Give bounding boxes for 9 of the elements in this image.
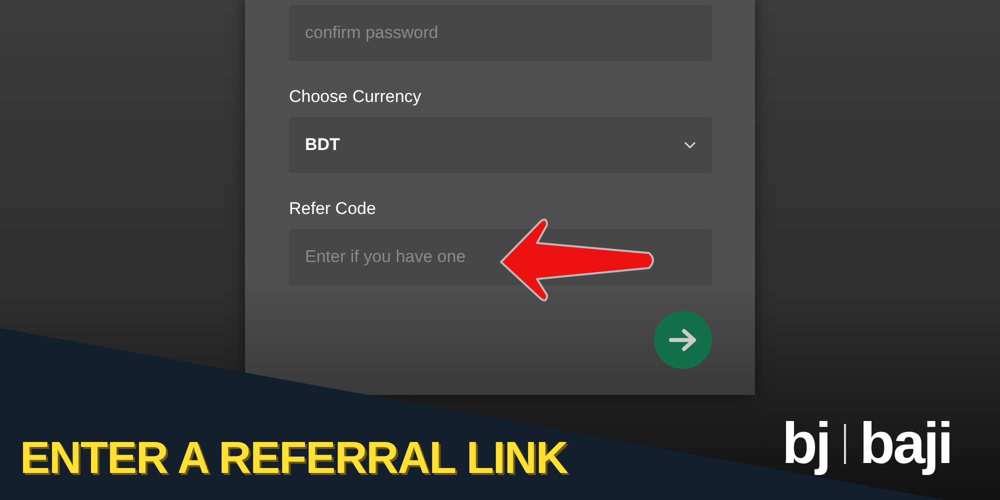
input-field[interactable]: confirm password [289, 5, 712, 61]
chevron-down-icon [684, 141, 696, 149]
field-label: Choose Currency [289, 87, 422, 107]
logo-text: bj [782, 410, 830, 477]
currency-dropdown[interactable]: BDT [289, 117, 712, 173]
logo-text: baji [860, 410, 952, 477]
arrow-right-icon [668, 328, 698, 352]
field-label: Refer Code [289, 199, 377, 219]
banner-title: ENTER A REFERRAL LINK [20, 432, 568, 484]
